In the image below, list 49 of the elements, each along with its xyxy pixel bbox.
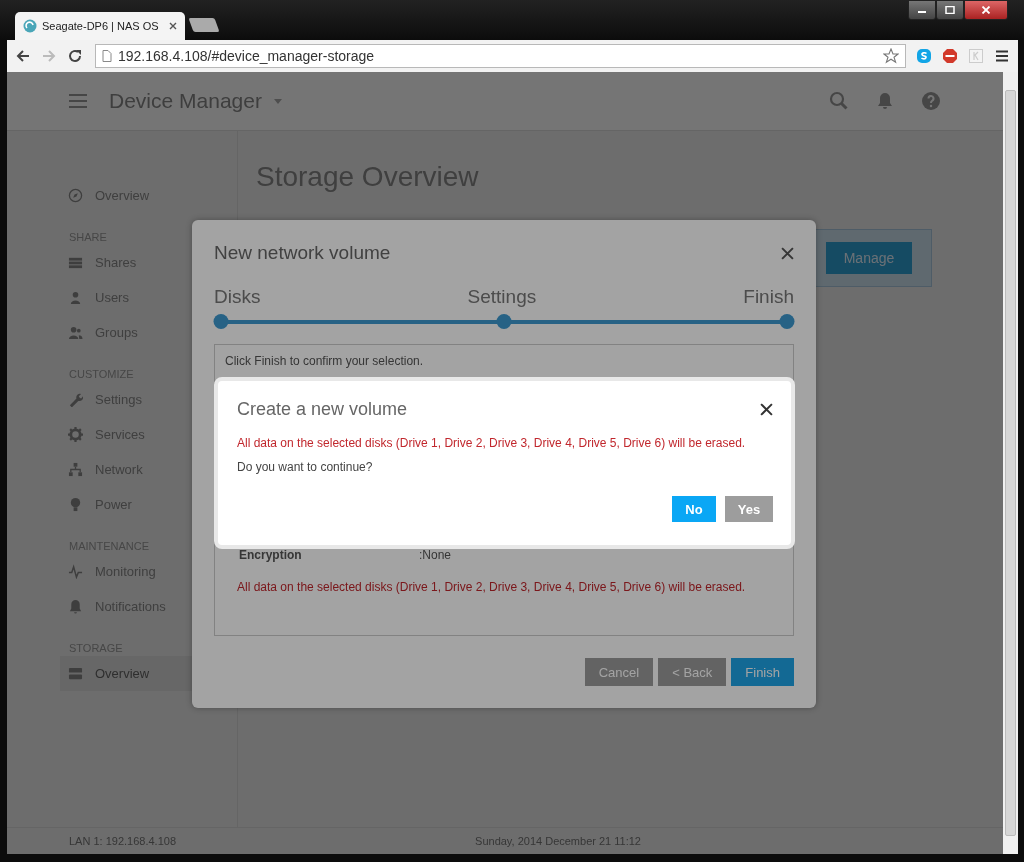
address-bar[interactable]: 192.168.4.108/#device_manager-storage <box>95 44 906 68</box>
tab-title: Seagate-DP6 | NAS OS <box>42 20 160 32</box>
compass-icon <box>68 188 83 203</box>
summary-intro: Click Finish to confirm your selection. <box>225 354 425 368</box>
folder-icon <box>68 255 83 270</box>
maximize-button[interactable] <box>936 0 964 20</box>
maximize-icon <box>945 6 955 14</box>
close-icon <box>981 6 991 14</box>
close-icon[interactable] <box>169 22 177 30</box>
menu-icon[interactable] <box>994 48 1010 64</box>
step-label: Settings <box>467 286 537 308</box>
bell-icon <box>68 599 83 614</box>
close-icon[interactable] <box>760 402 773 416</box>
page-icon <box>102 50 112 62</box>
dialog-button[interactable]: Yes <box>725 496 773 522</box>
drive-icon <box>68 666 83 681</box>
step-label: Disks <box>214 286 261 308</box>
new-tab-button[interactable] <box>188 18 220 32</box>
chat-extension-icon[interactable] <box>916 48 932 64</box>
field-label: Encryption <box>239 548 303 562</box>
question-text: Do you want to continue? <box>237 460 374 474</box>
scrollbar[interactable] <box>1003 72 1018 854</box>
reload-icon[interactable] <box>67 48 83 64</box>
dialog-button[interactable]: Cancel <box>584 658 654 686</box>
close-window-button[interactable] <box>964 0 1008 20</box>
network-icon <box>68 462 83 477</box>
field-value: :None <box>419 548 452 562</box>
browser-tab[interactable]: Seagate-DP6 | NAS OS <box>15 12 185 40</box>
wrench-icon <box>68 392 83 407</box>
pulse-icon <box>68 564 83 579</box>
manage-button[interactable]: Manage <box>825 242 913 274</box>
star-icon[interactable] <box>883 48 899 64</box>
back-icon[interactable] <box>15 48 31 64</box>
warning-text: All data on the selected disks (Drive 1, Drive 2, Drive 3, Drive 4, Drive 5, Drive 6) will be erased. <box>237 436 747 450</box>
bulb-icon <box>68 497 83 512</box>
url-text: 192.168.4.108/#device_manager-storage <box>118 48 376 64</box>
people-icon <box>68 325 83 340</box>
warning-text: All data on the selected disks (Drive 1, Drive 2, Drive 3, Drive 4, Drive 5, Drive 6) will be erased. <box>236 580 747 594</box>
dialog-button[interactable]: < Back <box>658 658 727 686</box>
dialog-button[interactable]: No <box>672 496 716 522</box>
gear-icon <box>68 427 83 442</box>
dialog-title: New network volume <box>214 242 391 264</box>
step-label: Finish <box>743 286 794 308</box>
minimize-button[interactable] <box>908 0 936 20</box>
dialog-title: Create a new volume <box>237 398 408 420</box>
user-icon <box>68 290 83 305</box>
swirl-icon <box>23 19 37 33</box>
adblock-icon[interactable] <box>942 48 958 64</box>
dialog-button[interactable]: Finish <box>731 658 794 686</box>
